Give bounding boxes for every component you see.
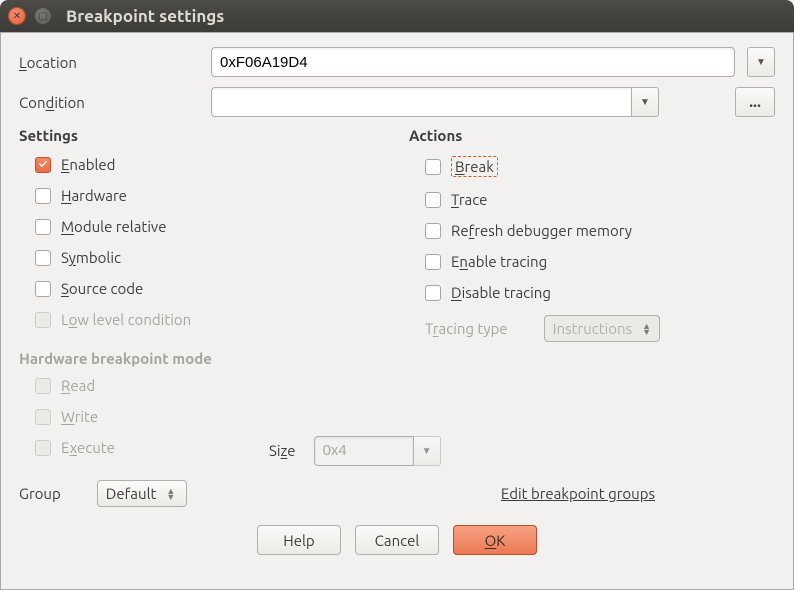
tracing-type-row: Tracing type Instructions ▲▼ [409,315,775,342]
settings-heading: Settings [19,127,385,144]
chevron-down-icon: ▼ [640,96,650,108]
checkbox-icon [35,312,51,328]
checkbox-icon[interactable] [425,285,441,301]
location-label: Location [19,54,199,71]
checkbox-icon[interactable] [35,250,51,266]
edit-groups-link[interactable]: Edit breakpoint groups [501,485,655,502]
condition-label: Condition [19,94,199,111]
setting-low-level-condition: Low level condition [19,307,385,332]
group-label: Group [19,485,61,502]
help-button[interactable]: Help [257,525,341,555]
setting-source-code[interactable]: Source code [19,276,385,301]
checkbox-icon[interactable] [425,254,441,270]
checkbox-icon[interactable] [425,192,441,208]
setting-label: Hardware [61,187,127,204]
checkbox-icon [35,378,51,394]
setting-label: Source code [61,280,143,297]
setting-enabled[interactable]: Enabled [19,152,385,177]
setting-label: Symbolic [61,249,121,266]
ok-button[interactable]: OK [453,525,537,555]
condition-dropdown-button[interactable]: ▼ [631,87,659,117]
action-break[interactable]: Break [409,152,775,181]
hw-mode-read: Read [19,373,775,398]
action-disable-tracing[interactable]: Disable tracing [409,280,775,305]
location-input[interactable] [211,47,735,77]
group-select[interactable]: Default ▲▼ [97,480,187,507]
action-label: Break [451,156,498,177]
size-combo: ▼ [314,436,441,466]
setting-label: Low level condition [61,311,191,328]
action-label: Trace [451,191,487,208]
checkbox-icon[interactable] [35,188,51,204]
condition-row: Condition ▼ ... [19,87,775,117]
setting-label: Module relative [61,218,167,235]
settings-column: Settings Enabled Hardware Module relativ… [19,127,385,342]
tracing-type-label: Tracing type [425,320,508,337]
action-trace[interactable]: Trace [409,187,775,212]
size-row: Size ▼ [269,436,441,466]
action-label: Refresh debugger memory [451,222,632,239]
hw-mode-execute: Execute [19,435,269,460]
condition-browse-button[interactable]: ... [735,87,775,117]
select-value: Default [106,485,157,502]
select-value: Instructions [553,320,632,337]
checkbox-icon[interactable] [35,281,51,297]
hw-mode-label: Read [61,377,95,394]
condition-input[interactable] [211,87,632,117]
action-label: Disable tracing [451,284,551,301]
checkbox-icon[interactable] [425,223,441,239]
size-label: Size [269,442,296,459]
hardware-mode-heading: Hardware breakpoint mode [19,350,775,367]
condition-combo: ▼ [211,87,659,117]
location-dropdown-button[interactable]: ▼ [747,47,775,77]
actions-heading: Actions [409,127,775,144]
chevron-down-icon: ▼ [756,56,766,68]
hw-mode-label: Execute [61,439,115,456]
hw-mode-write: Write [19,404,775,429]
close-icon[interactable]: ✕ [8,7,26,25]
title-bar: ✕ ▢ Breakpoint settings [0,0,794,32]
setting-symbolic[interactable]: Symbolic [19,245,385,270]
setting-module-relative[interactable]: Module relative [19,214,385,239]
size-dropdown-button: ▼ [413,436,441,466]
action-label: Enable tracing [451,253,547,270]
action-enable-tracing[interactable]: Enable tracing [409,249,775,274]
window-title: Breakpoint settings [66,7,224,26]
dialog-buttons: Help Cancel OK [19,525,775,555]
checkbox-icon [35,440,51,456]
caret-icon: ▲▼ [166,488,175,500]
setting-hardware[interactable]: Hardware [19,183,385,208]
options-columns: Settings Enabled Hardware Module relativ… [19,127,775,342]
tracing-type-select: Instructions ▲▼ [544,315,660,342]
actions-column: Actions Break Trace Refresh debugger mem… [409,127,775,342]
caret-icon: ▲▼ [642,323,651,335]
setting-label: Enabled [61,156,115,173]
action-refresh-memory[interactable]: Refresh debugger memory [409,218,775,243]
chevron-down-icon: ▼ [422,445,432,457]
checkbox-icon [35,409,51,425]
size-input [314,436,414,466]
minimize-icon[interactable]: ▢ [34,7,52,25]
checkbox-icon[interactable] [35,219,51,235]
cancel-button[interactable]: Cancel [355,525,439,555]
group-row: Group Default ▲▼ Edit breakpoint groups [19,480,775,507]
checkbox-icon[interactable] [35,157,51,173]
hw-mode-label: Write [61,408,98,425]
checkbox-icon[interactable] [425,159,441,175]
location-row: Location ▼ [19,47,775,77]
dialog-content: Location ▼ Condition ▼ ... Settings Enab… [0,32,794,590]
